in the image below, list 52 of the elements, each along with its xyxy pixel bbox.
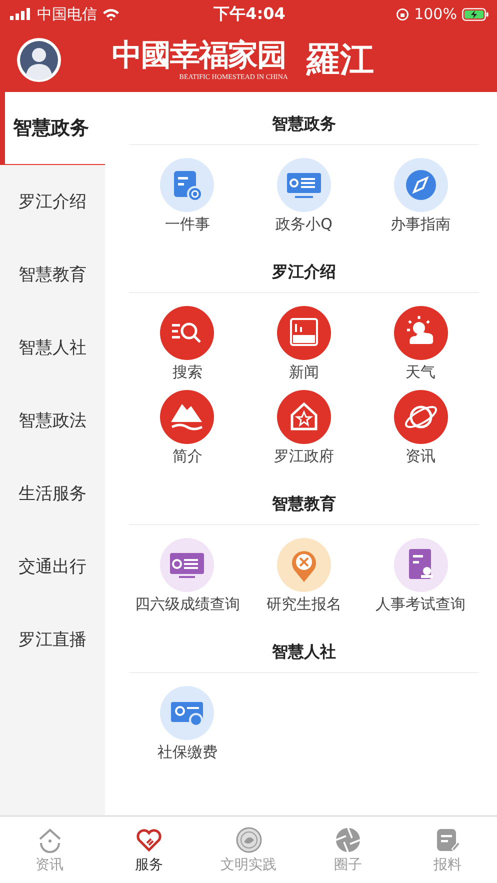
service-label: 一件事 xyxy=(164,215,210,234)
section-title: 智慧教育 xyxy=(129,472,479,525)
section-title: 智慧政务 xyxy=(129,92,479,145)
avatar-icon[interactable] xyxy=(16,37,62,83)
sidebar-item[interactable]: 生活服务 xyxy=(0,457,105,530)
tv-icon[interactable] xyxy=(160,538,214,592)
service-label: 研究生报名 xyxy=(266,595,342,614)
planet-icon[interactable] xyxy=(394,390,448,444)
house-icon[interactable] xyxy=(276,390,331,444)
battery-charging-icon xyxy=(462,8,489,20)
service-label: 办事指南 xyxy=(390,215,451,234)
stamp-icon[interactable] xyxy=(394,538,448,592)
wifi-icon xyxy=(102,8,120,20)
service-label: 搜索 xyxy=(172,363,202,382)
service-label: 四六级成绩查询 xyxy=(134,595,240,614)
signal-icon xyxy=(10,8,32,20)
service-label: 人事考试查询 xyxy=(376,595,466,614)
service-label: 政务小Q xyxy=(276,215,332,234)
logo-place-name: 羅江 xyxy=(305,38,375,82)
service-label: 新闻 xyxy=(288,363,319,382)
sidebar-item[interactable]: 罗江直播 xyxy=(0,603,105,676)
pin-icon[interactable] xyxy=(276,538,331,592)
screen-icon[interactable] xyxy=(276,158,331,212)
sidebar-item[interactable]: 智慧政务 xyxy=(0,92,105,165)
rotation-lock-icon xyxy=(396,8,410,20)
service-label: 资讯 xyxy=(406,447,436,466)
service-label: 罗江政府 xyxy=(274,447,334,466)
sidebar-item[interactable]: 交通出行 xyxy=(0,530,105,603)
mountain-icon[interactable] xyxy=(160,390,214,444)
service-label: 社保缴费 xyxy=(157,743,218,762)
card-icon[interactable] xyxy=(160,686,214,740)
service-label: 简介 xyxy=(172,447,202,466)
tab-item[interactable]: 服务 xyxy=(99,817,199,883)
section-title: 智慧人社 xyxy=(129,620,479,673)
status-time: 下午4:04 xyxy=(214,4,286,24)
heart-icon xyxy=(135,826,164,854)
sidebar-item[interactable]: 罗江介绍 xyxy=(0,165,105,238)
logo-title: 中國幸福家园 xyxy=(112,38,287,74)
battery-percent: 100% xyxy=(414,5,457,23)
news-icon[interactable] xyxy=(276,306,331,360)
search-icon[interactable] xyxy=(160,306,214,360)
carrier-name: 中国电信 xyxy=(37,4,97,24)
compass-icon[interactable] xyxy=(394,158,448,212)
aperture-icon xyxy=(334,826,362,854)
section-title: 罗江介绍 xyxy=(129,240,479,293)
doc-icon[interactable] xyxy=(160,158,214,212)
sidebar-item[interactable]: 智慧政法 xyxy=(0,384,105,457)
service-label: 天气 xyxy=(406,363,436,382)
emblem-icon xyxy=(234,826,263,854)
weather-icon[interactable] xyxy=(394,306,448,360)
sidebar-item[interactable]: 智慧人社 xyxy=(0,311,105,384)
sidebar-item[interactable]: 智慧教育 xyxy=(0,238,105,311)
